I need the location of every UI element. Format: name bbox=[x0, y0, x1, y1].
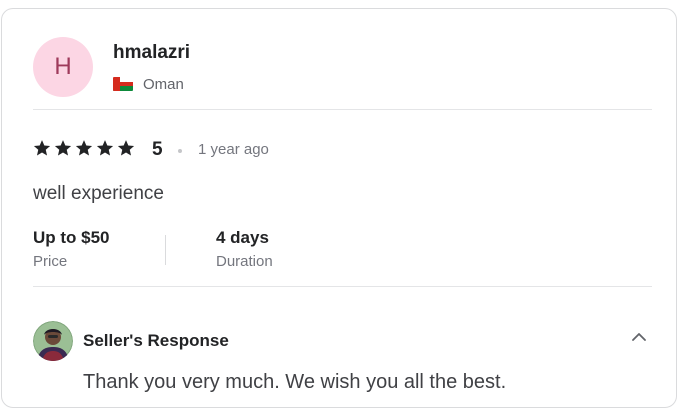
price-value: Up to $50 bbox=[33, 228, 110, 247]
star-icon bbox=[96, 140, 114, 156]
divider bbox=[33, 286, 652, 287]
star-icon bbox=[33, 140, 51, 156]
reviewer-country: Oman bbox=[143, 76, 184, 93]
reviewer-username[interactable]: hmalazri bbox=[113, 42, 190, 64]
seller-response-text: Thank you very much. We wish you all the… bbox=[83, 371, 507, 393]
oman-flag-icon bbox=[113, 77, 133, 91]
reviewer-avatar: H bbox=[33, 37, 93, 97]
chevron-up-icon[interactable] bbox=[629, 327, 649, 347]
duration-label: Duration bbox=[216, 253, 273, 270]
seller-avatar bbox=[33, 321, 73, 361]
review-date: 1 year ago bbox=[198, 141, 269, 158]
separator-dot bbox=[178, 149, 182, 153]
duration-value: 4 days bbox=[216, 228, 269, 247]
star-icon bbox=[54, 140, 72, 156]
stat-separator bbox=[165, 235, 166, 265]
star-icon bbox=[75, 140, 93, 156]
price-label: Price bbox=[33, 253, 68, 270]
rating-value: 5 bbox=[152, 139, 163, 160]
divider bbox=[33, 109, 652, 110]
review-card: H hmalazri Oman 5 1 year ago well experi… bbox=[1, 8, 677, 408]
review-text: well experience bbox=[33, 183, 164, 204]
star-rating bbox=[33, 139, 135, 157]
star-icon bbox=[117, 140, 135, 156]
seller-response-title: Seller's Response bbox=[83, 331, 229, 350]
